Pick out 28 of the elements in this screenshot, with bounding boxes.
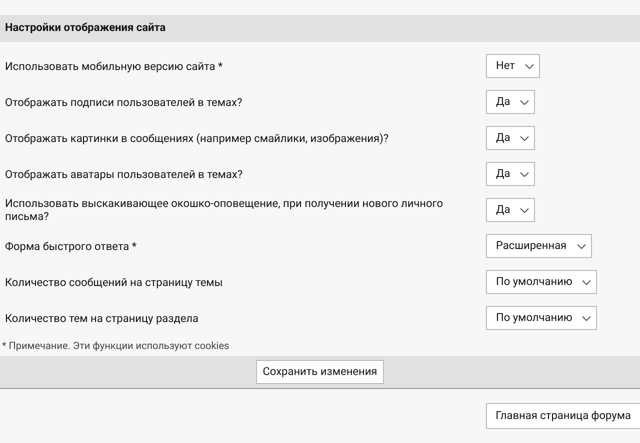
chevron-down-icon bbox=[520, 208, 530, 212]
dropdown[interactable]: Расширенная bbox=[486, 234, 592, 258]
forum-home-button[interactable]: Главная страница форума bbox=[486, 403, 640, 429]
section-title: Настройки отображения сайта bbox=[5, 20, 166, 36]
chevron-down-icon bbox=[582, 316, 592, 320]
dropdown[interactable]: Да bbox=[486, 126, 536, 150]
setting-label: Использовать выскакивающее окошко-оповещение, при получении нового личного письма? bbox=[4, 197, 444, 223]
dropdown[interactable]: Да bbox=[486, 162, 536, 186]
chevron-down-icon bbox=[520, 136, 530, 140]
footnote: * Примечание. Эти функции используют cookies bbox=[2, 340, 230, 354]
dropdown[interactable]: Нет bbox=[486, 54, 540, 78]
chevron-down-icon bbox=[524, 64, 534, 68]
setting-label: Отображать подписи пользователей в темах? bbox=[4, 96, 244, 108]
setting-label: Количество сообщений на страницу темы bbox=[4, 276, 224, 288]
setting-label: Отображать картинки в сообщениях (например смайлики, изображения)? bbox=[4, 132, 390, 144]
dropdown[interactable]: По умолчанию bbox=[486, 270, 598, 294]
chevron-down-icon bbox=[520, 172, 530, 176]
setting-label: Использовать мобильную версию сайта * bbox=[4, 60, 224, 72]
save-button[interactable]: Сохранить изменения bbox=[256, 360, 384, 384]
setting-label: Отображать аватары пользователей в темах? bbox=[4, 168, 244, 180]
chevron-down-icon bbox=[520, 100, 530, 104]
setting-label: Форма быстрого ответа * bbox=[4, 240, 138, 252]
chevron-down-icon bbox=[582, 280, 592, 284]
dropdown[interactable]: По умолчанию bbox=[486, 306, 598, 330]
chevron-down-icon bbox=[576, 244, 586, 248]
dropdown[interactable]: Да bbox=[486, 198, 536, 222]
dropdown[interactable]: Да bbox=[486, 90, 536, 114]
setting-label: Количество тем на страницу раздела bbox=[4, 312, 200, 324]
